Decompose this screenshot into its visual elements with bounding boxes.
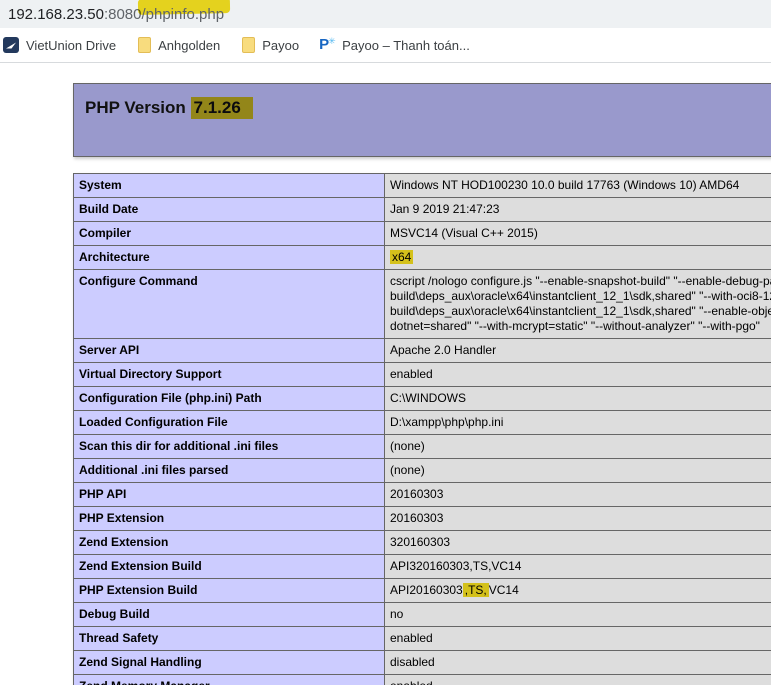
info-label: System: [73, 173, 385, 198]
info-row: Debug Build no: [73, 602, 771, 627]
star-icon: ✳: [328, 36, 336, 46]
info-value: enabled: [384, 362, 771, 387]
info-label: Loaded Configuration File: [73, 410, 385, 435]
info-label: Build Date: [73, 197, 385, 222]
info-label: PHP Extension: [73, 506, 385, 531]
info-value: Apache 2.0 Handler: [384, 338, 771, 363]
info-label: Virtual Directory Support: [73, 362, 385, 387]
info-value: disabled: [384, 650, 771, 675]
php-version-header: PHP Version 7.1.26: [73, 83, 771, 157]
info-value: D:\xampp\php\php.ini: [384, 410, 771, 435]
info-label: Thread Safety: [73, 626, 385, 651]
info-row: Scan this dir for additional .ini files(…: [73, 434, 771, 459]
bookmark-payoo-thanh-toan[interactable]: P ✳ Payoo – Thanh toán...: [319, 36, 470, 53]
info-value: MSVC14 (Visual C++ 2015): [384, 221, 771, 246]
yellow-note-favicon: [242, 37, 256, 53]
info-value: x64: [384, 245, 771, 270]
info-label: Server API: [73, 338, 385, 363]
info-value: 320160303: [384, 530, 771, 555]
info-row: Compiler MSVC14 (Visual C++ 2015): [73, 221, 771, 246]
info-value: enabled: [384, 626, 771, 651]
info-value: API320160303,TS,VC14: [384, 554, 771, 579]
phpinfo-table: System Windows NT HOD100230 10.0 build 17…: [73, 173, 771, 685]
info-row: Thread Safety enabled: [73, 626, 771, 651]
info-row: Zend Extension Build API320160303,TS,VC14: [73, 554, 771, 579]
bookmark-label: Payoo: [262, 37, 300, 53]
info-row: Virtual Directory Support enabled: [73, 362, 771, 387]
info-row: PHP Extension Build API20160303 ,TS, VC14: [73, 578, 771, 603]
bookmark-vietunion-drive[interactable]: VietUnion Drive: [3, 37, 116, 53]
bookmark-label: VietUnion Drive: [26, 37, 117, 53]
bookmarks-bar: VietUnion Drive Anhgolden Payoo P ✳ Payoo…: [0, 28, 771, 63]
bookmark-label: Payoo – Thanh toán...: [342, 37, 470, 53]
info-row: Zend Signal Handling disabled: [73, 650, 771, 675]
info-value: Windows NT HOD100230 10.0 build 17763 (W…: [384, 173, 771, 198]
info-label: Zend Signal Handling: [73, 650, 385, 675]
info-label: Zend Memory Manager: [73, 674, 385, 685]
info-value: (none): [384, 458, 771, 483]
value-highlight-annotation: ,TS,: [462, 583, 489, 597]
info-label: Compiler: [73, 221, 385, 246]
phpinfo-page: PHP Version 7.1.26 System Windows NT HOD1…: [0, 63, 771, 685]
info-row: Additional .ini files parsed (none): [73, 458, 771, 483]
info-value: C:\WINDOWS: [384, 386, 771, 411]
info-row: PHP API 20160303: [73, 482, 771, 507]
value-highlight-annotation: x64: [390, 250, 414, 264]
browser-window: 192.168.23.50:8080/phpinfo.php VietUnion…: [0, 0, 771, 685]
info-value: cscript /nologo configure.js "--enable-s…: [384, 269, 771, 339]
bookmark-payoo[interactable]: Payoo: [240, 37, 299, 53]
vietunion-drive-favicon: [3, 37, 19, 53]
info-label: Debug Build: [73, 602, 385, 627]
phpinfo-table-body: System Windows NT HOD100230 10.0 build 17…: [73, 173, 771, 685]
yellow-note-favicon: [138, 37, 152, 53]
url-path: /phpinfo.php: [138, 0, 231, 23]
info-label: Configuration File (php.ini) Path: [73, 386, 385, 411]
url-port: :8080: [103, 5, 142, 23]
info-row: PHP Extension 20160303: [73, 506, 771, 531]
bookmark-anhgolden[interactable]: Anhgolden: [136, 37, 220, 53]
info-row: Server API Apache 2.0 Handler: [73, 338, 771, 363]
info-value: 20160303: [384, 482, 771, 507]
info-value: (none): [384, 434, 771, 459]
info-row: Zend Extension 320160303: [73, 530, 771, 555]
info-row: Configure Command cscript /nologo configu…: [73, 269, 771, 339]
info-label: PHP Extension Build: [73, 578, 385, 603]
payoo-favicon: P ✳: [319, 36, 336, 53]
info-value: API20160303 ,TS, VC14: [384, 578, 771, 603]
info-row: Build Date Jan 9 2019 21:47:23: [73, 197, 771, 222]
info-label: PHP API: [73, 482, 385, 507]
info-label: Architecture: [73, 245, 385, 270]
info-label: Configure Command: [73, 269, 385, 339]
info-label: Scan this dir for additional .ini files: [73, 434, 385, 459]
info-label: Zend Extension: [73, 530, 385, 555]
info-value: Jan 9 2019 21:47:23: [384, 197, 771, 222]
info-row: Zend Memory Managerenabled: [73, 674, 771, 685]
url-host: 192.168.23.50: [8, 5, 104, 23]
info-row: System Windows NT HOD100230 10.0 build 17…: [73, 173, 771, 198]
info-row: Loaded Configuration File D:\xampp\php\ph…: [73, 410, 771, 435]
bookmark-label: Anhgolden: [158, 37, 221, 53]
info-value: 20160303: [384, 506, 771, 531]
info-label: Additional .ini files parsed: [73, 458, 385, 483]
page-title: PHP Version 7.1.26: [85, 97, 771, 119]
address-bar[interactable]: 192.168.23.50:8080/phpinfo.php: [0, 0, 771, 28]
info-row: Architecture x64: [73, 245, 771, 270]
version-highlight-annotation: 7.1.26: [190, 97, 253, 119]
info-row: Configuration File (php.ini) Path C:\WIND…: [73, 386, 771, 411]
info-value: no: [384, 602, 771, 627]
info-label: Zend Extension Build: [73, 554, 385, 579]
info-value: enabled: [384, 674, 771, 685]
